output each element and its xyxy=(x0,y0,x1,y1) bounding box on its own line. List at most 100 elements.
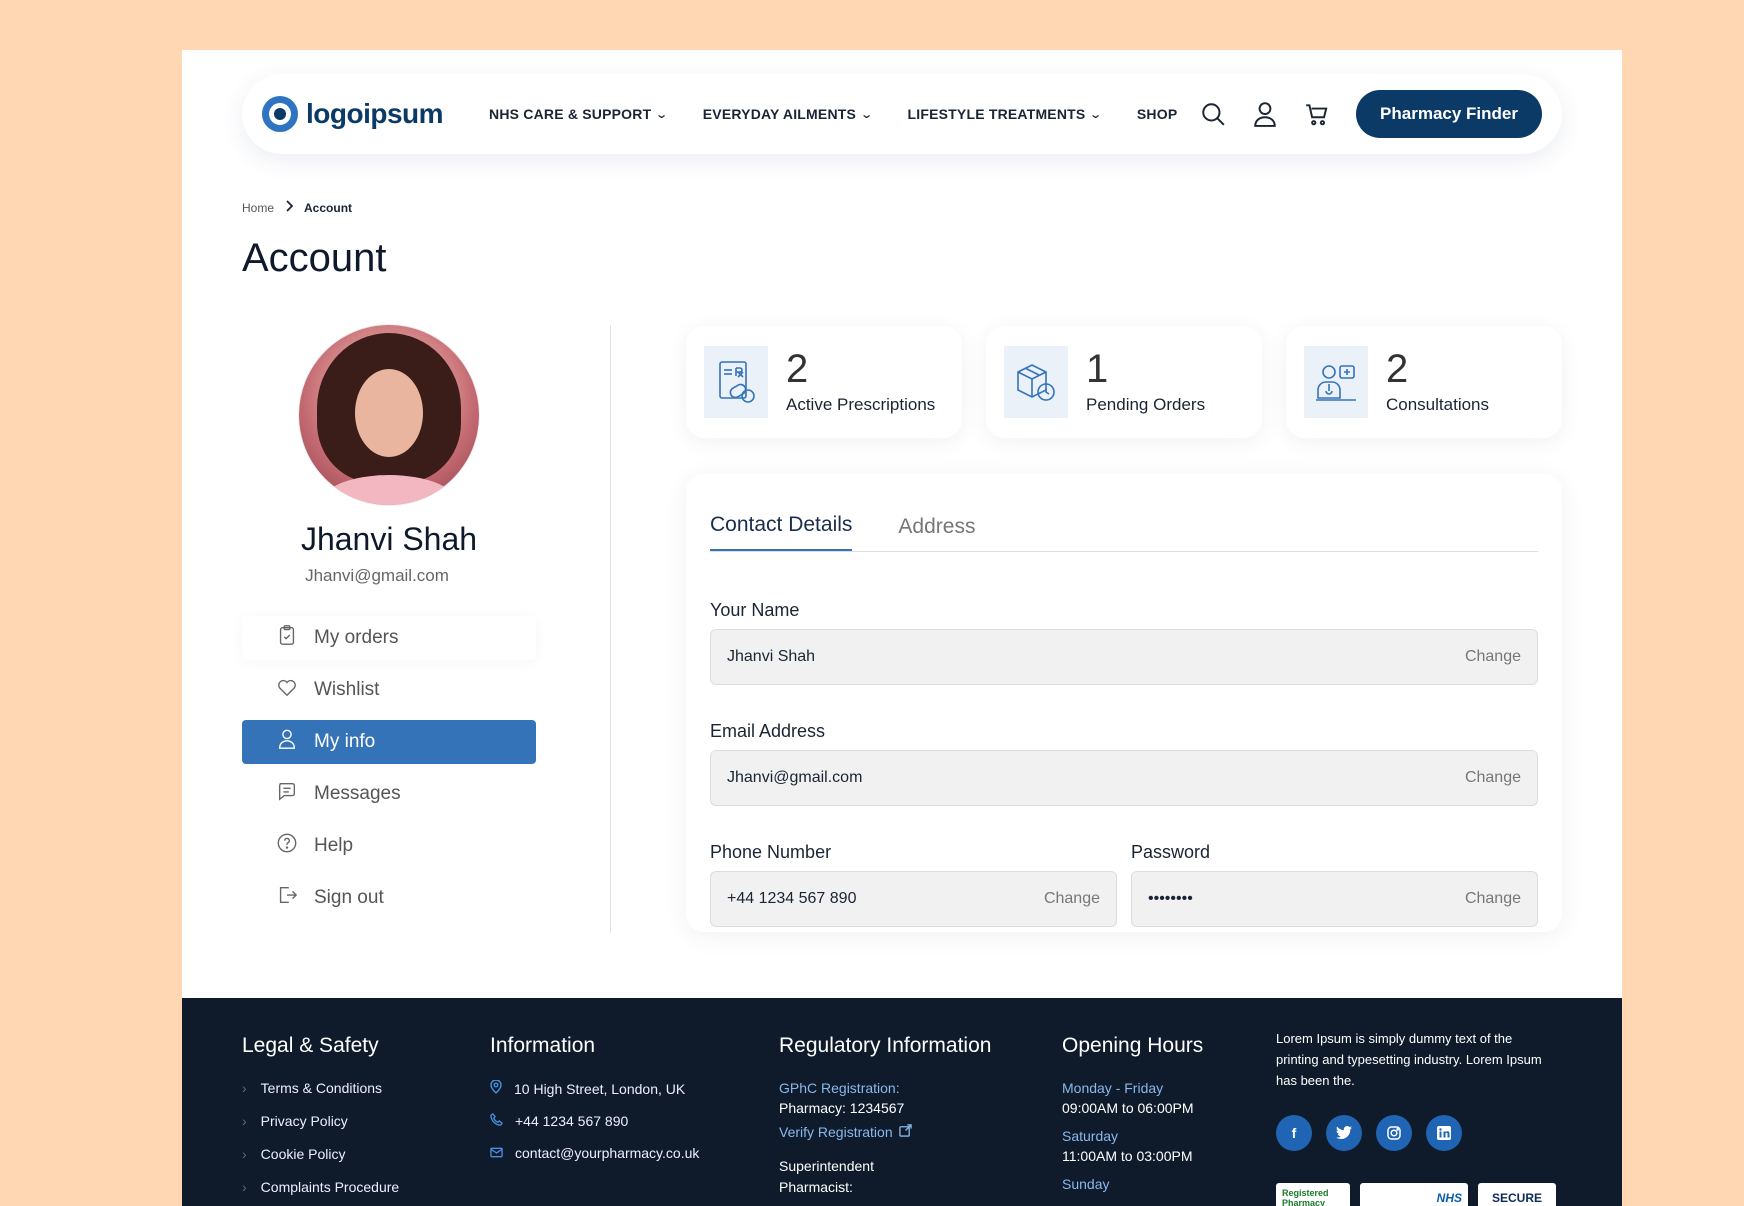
linkedin-icon[interactable] xyxy=(1426,1115,1462,1151)
footer-information: Information 10 High Street, London, UK +… xyxy=(490,1034,699,1177)
account-menu-sign-out[interactable]: Sign out xyxy=(242,876,536,920)
avatar-face xyxy=(355,369,423,457)
verify-registration-link[interactable]: Verify Registration xyxy=(779,1124,991,1140)
main-menu: NHS CARE & SUPPORT ⌄ EVERYDAY AILMENTS ⌄ L… xyxy=(489,106,1177,122)
sunday-label: Sunday xyxy=(1062,1176,1110,1192)
footer-hours-title: Opening Hours xyxy=(1062,1034,1204,1057)
breadcrumb: Home Account xyxy=(242,200,352,215)
user-icon xyxy=(276,728,298,756)
profile-sidebar: Jhanvi Shah Jhanvi@gmail.com My orders W… xyxy=(242,325,536,928)
footer-link-privacy[interactable]: › Privacy Policy xyxy=(242,1113,399,1129)
change-password-button[interactable]: Change xyxy=(1465,890,1521,908)
account-menu-my-orders[interactable]: My orders xyxy=(242,616,536,660)
stat-card-consultations[interactable]: 2 Consultations xyxy=(1286,326,1562,438)
secure-badge: SECURE xyxy=(1478,1183,1556,1206)
details-tabs: Contact Details Address xyxy=(710,474,1538,552)
instagram-icon[interactable] xyxy=(1376,1115,1412,1151)
breadcrumb-home[interactable]: Home xyxy=(242,201,274,215)
chevron-down-icon: ⌄ xyxy=(655,108,669,121)
avatar xyxy=(299,325,479,505)
account-menu-label: Messages xyxy=(314,783,401,804)
stat-value: 2 xyxy=(1386,347,1409,391)
footer-about: Lorem Ipsum is simply dummy text of the … xyxy=(1276,1028,1556,1206)
phone-icon xyxy=(490,1113,503,1129)
account-menu-wishlist[interactable]: Wishlist xyxy=(242,668,536,712)
verify-registration-label: Verify Registration xyxy=(779,1124,893,1140)
clipboard-icon xyxy=(276,624,298,652)
name-field[interactable]: Jhanvi Shah Change xyxy=(710,629,1538,685)
search-icon[interactable] xyxy=(1200,101,1226,127)
footer-link-complaints[interactable]: › Complaints Procedure xyxy=(242,1179,399,1195)
chevron-down-icon: ⌄ xyxy=(860,108,874,121)
menu-item-label: SHOP xyxy=(1136,106,1178,122)
tab-contact-details[interactable]: Contact Details xyxy=(710,513,853,551)
social-links: f xyxy=(1276,1115,1556,1151)
menu-item-label: NHS CARE & SUPPORT xyxy=(489,106,652,122)
account-menu-help[interactable]: Help xyxy=(242,824,536,868)
phone-password-row: Phone Number +44 1234 567 890 Change Pas… xyxy=(710,806,1538,927)
footer-link-cookie[interactable]: › Cookie Policy xyxy=(242,1146,399,1162)
change-phone-button[interactable]: Change xyxy=(1044,890,1100,908)
footer-info-title: Information xyxy=(490,1034,596,1057)
footer-legal-title: Legal & Safety xyxy=(242,1034,379,1057)
trust-badges: Registered Pharmacy NHS SECURE xyxy=(1276,1183,1556,1206)
footer-link-terms[interactable]: › Terms & Conditions xyxy=(242,1080,399,1096)
footer-email-text: contact@yourpharmacy.co.uk xyxy=(515,1145,700,1161)
nhs-badge: NHS xyxy=(1360,1183,1468,1206)
twitter-icon[interactable] xyxy=(1326,1115,1362,1151)
weekday-hours: 09:00AM to 06:00PM xyxy=(1062,1100,1194,1116)
stat-value: 2 xyxy=(786,347,809,391)
stat-card-prescriptions[interactable]: 2 Active Prescriptions xyxy=(686,326,962,438)
account-menu-label: My orders xyxy=(314,627,399,648)
account-menu-label: My info xyxy=(314,731,376,752)
footer-email[interactable]: contact@yourpharmacy.co.uk xyxy=(490,1145,699,1161)
stat-text: 2 Consultations xyxy=(1386,349,1489,415)
page-title: Account xyxy=(242,236,387,280)
menu-item-lifestyle-treatments[interactable]: LIFESTYLE TREATMENTS ⌄ xyxy=(907,106,1103,122)
user-icon[interactable] xyxy=(1252,101,1278,127)
stats-row: 2 Active Prescriptions 1 Pending Orders … xyxy=(686,326,1562,438)
account-menu-my-info[interactable]: My info xyxy=(242,720,536,764)
password-field-value: •••••••• xyxy=(1148,890,1193,907)
logo[interactable]: logoipsum xyxy=(262,96,444,132)
nav-icons xyxy=(1200,101,1330,127)
account-menu-label: Help xyxy=(314,835,354,856)
stat-label: Consultations xyxy=(1386,395,1490,414)
cart-icon[interactable] xyxy=(1304,101,1330,127)
password-field[interactable]: •••••••• Change xyxy=(1131,871,1538,927)
section-divider xyxy=(610,325,611,933)
phone-field[interactable]: +44 1234 567 890 Change xyxy=(710,871,1117,927)
heart-icon xyxy=(276,676,298,704)
gphc-value: Pharmacy: 1234567 xyxy=(779,1100,905,1116)
menu-item-nhs-care[interactable]: NHS CARE & SUPPORT ⌄ xyxy=(489,106,669,122)
footer-phone[interactable]: +44 1234 567 890 xyxy=(490,1113,699,1129)
menu-item-everyday-ailments[interactable]: EVERYDAY AILMENTS ⌄ xyxy=(703,106,874,122)
footer-about-text: Lorem Ipsum is simply dummy text of the … xyxy=(1276,1031,1542,1088)
menu-item-shop[interactable]: SHOP xyxy=(1137,106,1177,122)
email-field[interactable]: Jhanvi@gmail.com Change xyxy=(710,750,1538,806)
logout-icon xyxy=(276,884,298,912)
prescription-icon xyxy=(704,346,768,418)
help-icon xyxy=(276,832,298,860)
chevron-down-icon: ⌄ xyxy=(1089,108,1103,121)
email-field-value: Jhanvi@gmail.com xyxy=(727,769,863,786)
footer-address-text: 10 High Street, London, UK xyxy=(514,1080,686,1097)
facebook-icon[interactable]: f xyxy=(1276,1115,1312,1151)
location-pin-icon xyxy=(490,1079,502,1097)
stat-value: 1 xyxy=(1086,347,1109,391)
change-name-button[interactable]: Change xyxy=(1465,648,1521,666)
account-menu: My orders Wishlist My info Messages Help… xyxy=(242,616,536,920)
password-field-label: Password xyxy=(1131,842,1211,862)
account-menu-label: Wishlist xyxy=(314,679,380,700)
contact-details-card: Contact Details Address Your Name Jhanvi… xyxy=(686,474,1562,932)
footer-legal: Legal & Safety › Terms & Conditions › Priv… xyxy=(242,1034,399,1206)
stat-card-pending-orders[interactable]: 1 Pending Orders xyxy=(986,326,1262,438)
chevron-right-icon: › xyxy=(242,1080,247,1096)
external-link-icon xyxy=(898,1124,912,1140)
account-menu-messages[interactable]: Messages xyxy=(242,772,536,816)
package-clock-icon xyxy=(1004,346,1068,418)
stat-label: Pending Orders xyxy=(1086,395,1206,414)
pharmacy-finder-button[interactable]: Pharmacy Finder xyxy=(1356,90,1542,138)
tab-address[interactable]: Address xyxy=(898,515,975,551)
change-email-button[interactable]: Change xyxy=(1465,769,1521,787)
